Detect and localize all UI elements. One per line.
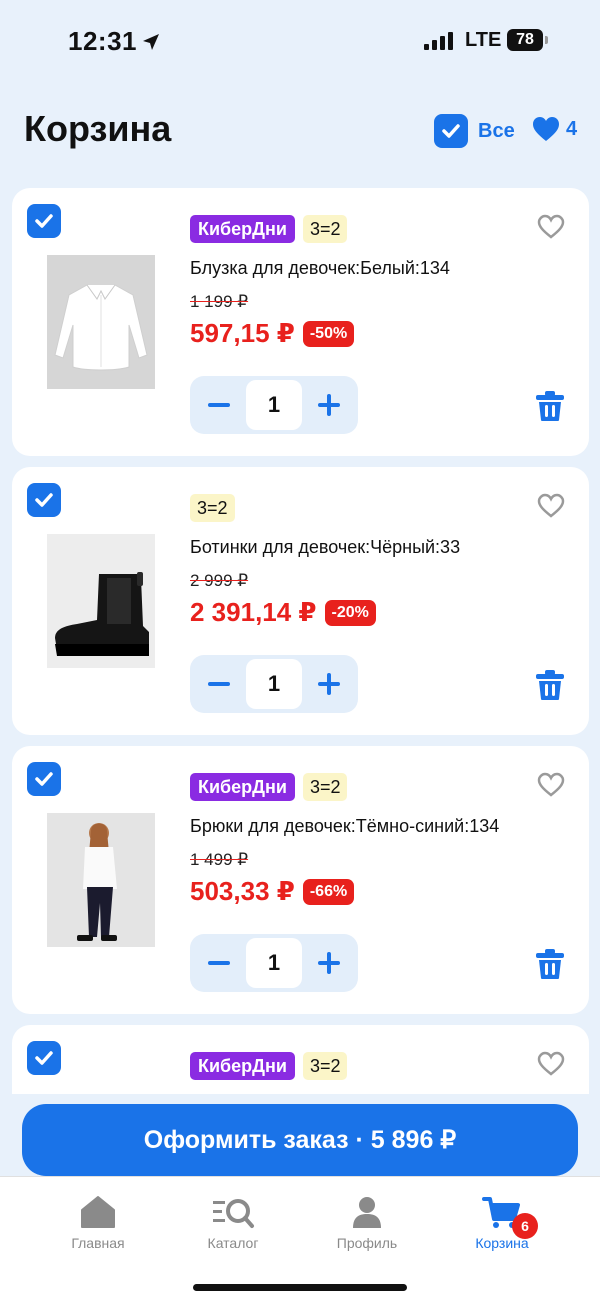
tab-home-label: Главная (71, 1235, 125, 1251)
location-arrow-icon (143, 34, 159, 50)
tab-cart[interactable]: Корзина 6 (442, 1195, 562, 1251)
promo-badge: 3=2 (302, 215, 348, 243)
minus-icon (208, 682, 230, 686)
catalog-search-icon (213, 1199, 254, 1228)
favorite-heart-icon[interactable] (537, 214, 565, 245)
increase-button[interactable] (304, 659, 354, 709)
promo-badge: 3=2 (190, 494, 235, 522)
checkout-button[interactable]: Оформить заказ · 5 896 ₽ (22, 1104, 578, 1176)
network-label: LTE (465, 29, 502, 51)
promo-badge: 3=2 (302, 1052, 348, 1080)
status-bar: 12:31 LTE 78 (0, 0, 600, 80)
old-price: 1 199 ₽ (190, 292, 249, 311)
badges: 3=2 (190, 494, 235, 522)
status-time: 12:31 (68, 26, 161, 57)
tab-profile-label: Профиль (336, 1235, 398, 1251)
quantity-stepper: 1 (190, 376, 358, 434)
quantity-stepper: 1 (190, 655, 358, 713)
quantity-value[interactable]: 1 (246, 938, 302, 988)
cart-count-badge: 6 (512, 1213, 538, 1239)
product-name[interactable]: Блузка для девочек:Белый:134 (190, 258, 450, 279)
increase-button[interactable] (304, 380, 354, 430)
delete-trash-icon[interactable] (535, 948, 565, 985)
item-checkbox[interactable] (27, 204, 61, 238)
cyber-days-badge: КиберДни (190, 773, 295, 801)
price-row: 503,33 ₽ -66% (190, 876, 355, 907)
plus-icon (318, 394, 340, 416)
select-all-toggle[interactable]: Все (434, 114, 515, 148)
favorites-button[interactable]: 4 (532, 116, 577, 142)
tab-home[interactable]: Главная (38, 1195, 158, 1251)
badges: КиберДни 3=2 (190, 1052, 348, 1080)
price-row: 2 391,14 ₽ -20% (190, 597, 376, 628)
discount-badge: -50% (302, 320, 355, 347)
increase-button[interactable] (304, 938, 354, 988)
quantity-stepper: 1 (190, 934, 358, 992)
home-indicator (193, 1284, 407, 1291)
product-image-white-blouse[interactable] (47, 255, 155, 389)
home-icon (81, 1196, 115, 1228)
favorite-heart-icon[interactable] (537, 493, 565, 524)
quantity-value[interactable]: 1 (246, 380, 302, 430)
badges: КиберДни 3=2 (190, 215, 348, 243)
price-row: 597,15 ₽ -50% (190, 318, 355, 349)
tab-bar: Главная Каталог Профиль Корзина 6 (0, 1176, 600, 1300)
current-price: 503,33 ₽ (190, 876, 295, 906)
profile-icon (353, 1197, 381, 1228)
checkbox-checked-icon[interactable] (434, 114, 468, 148)
delete-trash-icon[interactable] (535, 669, 565, 706)
favorite-heart-icon[interactable] (537, 1051, 565, 1082)
tab-catalog[interactable]: Каталог (173, 1195, 293, 1251)
cyber-days-badge: КиберДни (190, 215, 295, 243)
header: Корзина Все 4 (24, 108, 577, 158)
favorite-heart-icon[interactable] (537, 772, 565, 803)
current-price: 2 391,14 ₽ (190, 597, 317, 627)
discount-badge: -20% (324, 599, 376, 626)
cart-item: 3=2 Ботинки для девочек:Чёрный:33 2 999 … (12, 467, 589, 735)
quantity-value[interactable]: 1 (246, 659, 302, 709)
cart-item: КиберДни 3=2 Блузка для девочек:Белый:13… (12, 188, 589, 456)
discount-badge: -66% (302, 878, 355, 905)
decrease-button[interactable] (194, 659, 244, 709)
favorites-count: 4 (566, 117, 578, 140)
old-price: 1 499 ₽ (190, 850, 249, 869)
product-image-black-boots[interactable] (47, 534, 155, 668)
cart-item: КиберДни 3=2 Брюки для девочек:Тёмно-син… (12, 746, 589, 1014)
decrease-button[interactable] (194, 938, 244, 988)
old-price: 2 999 ₽ (190, 571, 249, 590)
plus-icon (318, 952, 340, 974)
badges: КиберДни 3=2 (190, 773, 348, 801)
minus-icon (208, 403, 230, 407)
tab-catalog-label: Каталог (207, 1235, 259, 1251)
current-price: 597,15 ₽ (190, 318, 295, 348)
product-name[interactable]: Брюки для девочек:Тёмно-синий:134 (190, 816, 499, 837)
product-name[interactable]: Ботинки для девочек:Чёрный:33 (190, 537, 460, 558)
page-title: Корзина (24, 108, 172, 149)
heart-filled-icon (533, 117, 559, 141)
decrease-button[interactable] (194, 380, 244, 430)
product-image-girl-in-trousers[interactable] (47, 813, 155, 947)
item-checkbox[interactable] (27, 1041, 61, 1075)
signal-icon (424, 30, 453, 50)
tab-profile[interactable]: Профиль (307, 1195, 427, 1251)
item-checkbox[interactable] (27, 483, 61, 517)
battery-icon: 78 (507, 29, 548, 51)
plus-icon (318, 673, 340, 695)
cyber-days-badge: КиберДни (190, 1052, 295, 1080)
item-checkbox[interactable] (27, 762, 61, 796)
delete-trash-icon[interactable] (535, 390, 565, 427)
select-all-label: Все (478, 119, 515, 142)
minus-icon (208, 961, 230, 965)
promo-badge: 3=2 (302, 773, 348, 801)
